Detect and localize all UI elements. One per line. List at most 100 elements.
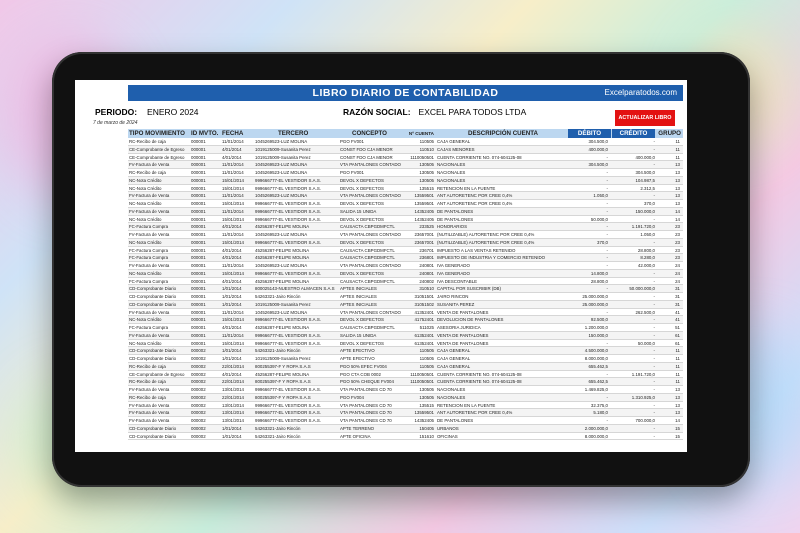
table-cell: 2.000.000,0 [584,425,608,431]
table-cell: 51 [675,325,680,330]
table-cell: 4/01/2014 [222,325,242,330]
table-row[interactable]: RC-Recibo de caja 000002 22/01/2014 8002553… [128,362,683,371]
table-cell: 1.191.720,0 [631,371,655,377]
table-row[interactable]: RC-Recibo de caja 000002 22/01/2014 8002553… [128,393,683,402]
table-cell: 1045269523-LUZ MOLINA [255,193,308,199]
table-row[interactable]: FC-Factura Compra 000001 4/01/2014 45256287… [128,247,683,255]
sheet-title: LIBRO DIARIO DE CONTABILIDAD [312,87,499,99]
table-cell: 1.050,0 [593,193,608,199]
table-cell: 400.000,0 [588,146,608,152]
table-row[interactable]: NC-Nota Crédito 000001 15/01/2014 999666777… [128,185,683,193]
table-cell: DE PANTALONES [437,216,474,222]
table-cell: IVA DESCONTABLE [437,278,478,284]
periodo-value[interactable]: ENERO 2024 [147,107,199,117]
table-row[interactable]: FV-Factura de Venta 000002 13/01/2014 99966… [128,402,683,410]
table-cell: - [653,162,655,168]
table-cell: 13559501 [414,193,434,199]
col-header: GRUPO [658,130,681,137]
table-row[interactable]: NC-Nota Crédito 000001 15/01/2014 999666777… [128,340,683,348]
table-row[interactable]: CD-Comprobante Diario 000002 1/01/2014 5426… [128,424,683,433]
table-cell: - [606,255,608,261]
table-row[interactable]: FV-Factura de Venta 000002 13/01/2014 99966… [128,417,683,425]
table-row[interactable]: FV-Factura de Venta 000002 13/01/2014 99966… [128,386,683,394]
table-row[interactable]: NC-Nota Crédito 000001 15/01/2014 999666777… [128,316,683,324]
table-row[interactable]: CD-Comprobante Diario 000001 1/01/2014 8000… [128,285,683,293]
table-row[interactable]: CD-Comprobante Diario 000002 1/01/2014 5426… [128,347,683,355]
table-cell: VTA PANTALONES CONTADO [340,193,401,199]
table-cell: NC-Nota Crédito [129,340,162,346]
table-row[interactable]: CE-Comprobante de Egreso 000001 4/01/2014 1… [128,145,683,154]
table-cell: 92.500,0 [590,317,608,323]
table-row[interactable]: FC-Factura Compra 000001 4/01/2014 45256287… [128,223,683,231]
table-cell: - [653,379,655,385]
table-row[interactable]: FC-Factura Compra 000001 4/01/2014 45256287… [128,278,683,286]
table-row[interactable]: FC-Factura Compra 000001 4/01/2014 45256287… [128,254,683,262]
table-row[interactable]: RC-Recibo de caja 000001 11/01/2014 1045269… [128,138,683,146]
table-row[interactable]: FV-Factura de Venta 000001 11/01/2014 10452… [128,231,683,239]
table-row[interactable]: NC-Nota Crédito 000001 15/01/2014 999666777… [128,176,683,185]
table-cell: 13 [675,394,680,400]
table-cell: 999666777-EL VESTIDOR S.A.S. [255,387,321,392]
table-row[interactable]: CE-Comprobante de Egreso 000002 4/01/2014 4… [128,371,683,379]
table-row[interactable]: RC-Recibo de caja 000002 22/01/2014 8002553… [128,378,683,386]
table-row[interactable]: FV-Factura de Venta 000001 11/01/2014 99966… [128,331,683,340]
table-row[interactable]: NC-Nota Crédito 000001 15/01/2014 999666777… [128,200,683,208]
table-cell: 45256287-FELIPE MOLINA [255,278,310,284]
table-cell: NACIONALES [437,177,466,183]
table-cell: 13/01/2014 [222,418,244,423]
table-cell: 000001 [191,263,206,268]
table-row[interactable]: FC-Factura Compra 000001 4/01/2014 45256287… [128,324,683,332]
table-cell: 1045269523-LUZ MOLINA [255,162,308,168]
table-cell: CAUSACTA CBPGDMFCTL [340,247,395,253]
table-cell: - [653,433,655,439]
table-row[interactable]: CD-Comprobante Diario 000001 1/01/2014 1019… [128,300,683,309]
table-cell: 54263321-Jairo Rincón [255,425,301,431]
table-cell: (NUTILIZABLE) AUTORETENC POR CREE 0,4% [437,232,535,237]
table-cell: 11/01/2014 [222,309,244,315]
site-link[interactable]: Excelparatodos.com [605,85,677,101]
table-row[interactable]: FV-Factura de Venta 000001 11/01/2014 10452… [128,192,683,200]
table-cell: 000002 [191,418,206,423]
table-row[interactable]: FV-Factura de Venta 000001 11/01/2014 10452… [128,262,683,270]
table-cell: NACIONALES [437,394,466,400]
table-row[interactable]: FV-Factura de Venta 000001 11/01/2014 10452… [128,161,683,169]
update-ledger-button[interactable]: ACTUALIZAR LIBRO MAYOR [615,110,675,137]
table-cell: FV-Factura de Venta [129,263,170,268]
table-cell: 000001 [191,193,206,199]
table-cell: 42.000,0 [637,263,655,268]
table-cell: 13 [675,402,680,408]
table-row[interactable]: FV-Factura de Venta 000001 11/01/2014 10452… [128,309,683,317]
table-row[interactable]: NC-Nota Crédito 000001 15/01/2014 999666777… [128,216,683,224]
table-cell: 000001 [191,340,206,346]
table-cell: SALIDA 15 UNIDA [340,332,377,338]
table-cell: PGO 50% CHEQUE FV004 [340,379,394,385]
table-cell: 1/01/2014 [222,425,242,431]
periodo-label: PERIODO: [95,107,138,117]
table-cell: NC-Nota Crédito [129,185,162,191]
table-cell: 25.000.000,0 [582,294,608,299]
table-row[interactable]: FV-Factura de Venta 000001 11/01/2014 99966… [128,207,683,216]
table-cell: 23 [675,224,680,230]
table-cell: SALIDA 15 UNIDA [340,208,377,214]
table-row[interactable]: CE-Comprobante de Egreso 000001 4/01/2014 1… [128,154,683,162]
table-cell: 31 [675,301,680,307]
table-row[interactable]: FV-Factura de Venta 000002 13/01/2014 99966… [128,409,683,417]
table-row[interactable]: RC-Recibo de caja 000001 11/01/2014 1045269… [128,169,683,177]
table-cell: 104.987,5 [635,177,655,183]
table-row[interactable]: CD-Comprobante Diario 000002 1/01/2014 1019… [128,355,683,363]
table-row[interactable]: CD-Comprobante Diario 000002 1/01/2014 5426… [128,433,683,441]
table-cell: 15/01/2014 [222,201,244,206]
table-cell: 130505 [419,177,434,183]
table-cell: RC-Recibo de caja [129,170,166,175]
table-cell: 11 [675,348,680,354]
table-cell: 000002 [191,433,206,439]
table-cell: 000002 [191,363,206,369]
table-cell: 61 [675,332,680,338]
table-cell: 110505 [419,363,434,369]
table-row[interactable]: NC-Nota Crédito 000001 15/01/2014 999666777… [128,238,683,247]
table-cell: 000001 [191,154,206,160]
table-row[interactable]: CD-Comprobante Diario 000001 1/01/2014 5426… [128,293,683,301]
table-row[interactable]: NC-Nota Crédito 000001 15/01/2014 999666777… [128,269,683,278]
table-cell: 1045269523-LUZ MOLINA [255,170,308,175]
table-cell: DEVOL X DEFECTOS [340,201,384,206]
